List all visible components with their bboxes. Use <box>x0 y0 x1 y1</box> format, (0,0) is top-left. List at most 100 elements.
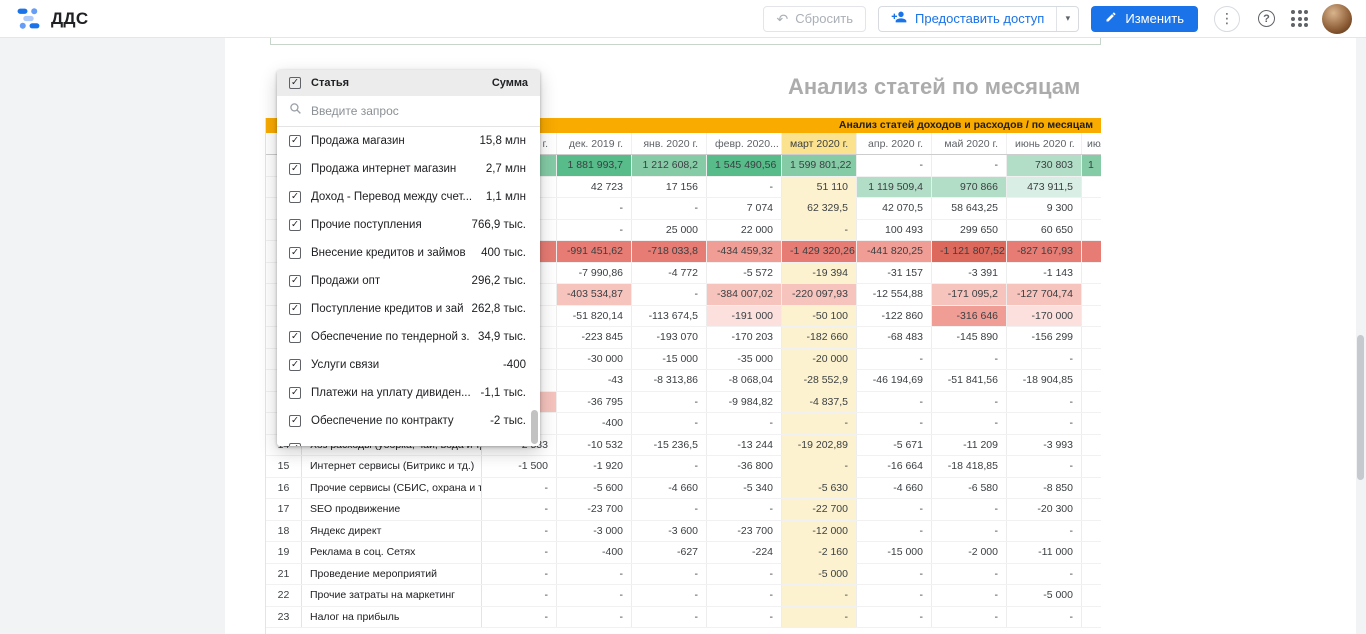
filter-item[interactable]: ✓Внесение кредитов и займов400 тыс. <box>277 239 540 267</box>
checkbox-checked-icon[interactable]: ✓ <box>289 443 301 446</box>
check-icon: ✓ <box>291 78 299 88</box>
value-cell: - <box>557 198 632 219</box>
filter-item[interactable]: ✓Продажи опт296,2 тыс. <box>277 267 540 295</box>
table-row: 17SEO продвижение--23 700---22 700---20 … <box>266 499 1101 521</box>
share-dropdown-caret[interactable]: ▾ <box>1056 7 1078 31</box>
checkbox-checked-icon[interactable]: ✓ <box>289 331 301 343</box>
value-cell: -384 007,02 <box>707 284 782 305</box>
checkbox-checked-icon[interactable]: ✓ <box>289 247 301 259</box>
value-cell <box>1082 198 1101 219</box>
top-control-fragment <box>270 38 1101 45</box>
value-cell <box>1082 435 1101 456</box>
filter-item[interactable]: ✓Продажа магазин15,8 млн <box>277 127 540 155</box>
filter-item[interactable]: ✓Обеспечение по тендерной з...34,9 тыс. <box>277 323 540 351</box>
pencil-icon <box>1105 11 1117 26</box>
filter-item[interactable]: ✓Прочие поступления766,9 тыс. <box>277 211 540 239</box>
value-cell: - <box>857 607 932 628</box>
value-cell: 42 070,5 <box>857 198 932 219</box>
page-scrollbar[interactable] <box>1357 335 1364 480</box>
value-cell: - <box>1007 392 1082 413</box>
filter-item[interactable]: ✓Обеспечение по контракту-2 тыс. <box>277 407 540 435</box>
value-cell: - <box>857 413 932 434</box>
value-cell: -400 <box>557 413 632 434</box>
value-cell: -23 700 <box>707 521 782 542</box>
filter-item[interactable]: ✓Поступление кредитов и зай...262,8 тыс. <box>277 295 540 323</box>
chevron-down-icon: ▾ <box>1066 13 1071 24</box>
value-cell: -170 000 <box>1007 306 1082 327</box>
value-cell: -827 167,93 <box>1007 241 1082 262</box>
column-header[interactable]: май 2020 г. <box>932 133 1007 154</box>
value-cell: - <box>1007 456 1082 477</box>
edit-button-label: Изменить <box>1125 11 1184 26</box>
filter-item-value: 2,7 млн <box>478 163 526 175</box>
value-cell: -191 000 <box>707 306 782 327</box>
value-cell: - <box>857 392 932 413</box>
value-cell: - <box>482 607 557 628</box>
more-options-button[interactable]: ⋮ <box>1214 6 1240 32</box>
value-cell: 60 650 <box>1007 220 1082 241</box>
checkbox-checked-icon[interactable]: ✓ <box>289 415 301 427</box>
filter-item[interactable]: ✓Доход - Перевод между счет...1,1 млн <box>277 183 540 211</box>
checkbox-checked-icon[interactable]: ✓ <box>289 163 301 175</box>
column-header[interactable]: дек. 2019 г. <box>557 133 632 154</box>
apps-grid-button[interactable] <box>1291 10 1308 27</box>
checkbox-checked-icon[interactable]: ✓ <box>289 191 301 203</box>
checkbox-checked-icon[interactable]: ✓ <box>289 359 301 371</box>
checkbox-checked-icon[interactable]: ✓ <box>289 387 301 399</box>
checkbox-checked-icon[interactable]: ✓ <box>289 275 301 287</box>
value-cell: -50 100 <box>782 306 857 327</box>
filter-item-label: Услуги связи <box>311 359 379 371</box>
value-cell: - <box>707 177 782 198</box>
checkbox-checked-icon[interactable]: ✓ <box>289 303 301 315</box>
filter-item-label: Обеспечение по контракту <box>311 415 454 427</box>
column-header[interactable]: июл. 2020 г. <box>1082 133 1101 154</box>
column-header[interactable]: март 2020 г. <box>782 133 857 154</box>
filter-item[interactable]: ✓ <box>277 435 540 446</box>
value-cell: - <box>707 499 782 520</box>
value-cell: -220 097,93 <box>782 284 857 305</box>
column-header[interactable]: апр. 2020 г. <box>857 133 932 154</box>
filter-item-label: Платежи на уплату дивиден... <box>311 387 471 399</box>
select-all-checkbox[interactable]: ✓ <box>289 77 301 89</box>
value-cell: -193 070 <box>632 327 707 348</box>
value-cell: - <box>482 478 557 499</box>
value-cell: -400 <box>557 542 632 563</box>
filter-search-input[interactable] <box>311 104 528 118</box>
data-studio-logo-icon <box>16 6 41 31</box>
filter-item[interactable]: ✓Услуги связи-400 <box>277 351 540 379</box>
filter-item-value: 296,2 тыс. <box>464 275 526 287</box>
value-cell: -1 121 807,52 <box>932 241 1007 262</box>
value-cell: -18 904,85 <box>1007 370 1082 391</box>
edit-button[interactable]: Изменить <box>1091 6 1198 32</box>
filter-item[interactable]: ✓Продажа интернет магазин2,7 млн <box>277 155 540 183</box>
row-article-name: Яндекс директ <box>302 521 482 542</box>
search-icon <box>289 102 302 120</box>
value-cell: 1 881 993,7 <box>557 155 632 176</box>
value-cell: - <box>857 585 932 606</box>
checkbox-checked-icon[interactable]: ✓ <box>289 135 301 147</box>
value-cell: -68 483 <box>857 327 932 348</box>
table-row: 22Прочие затраты на маркетинг--------5 0… <box>266 585 1101 607</box>
filter-item[interactable]: ✓Платежи на уплату дивиден...-1,1 тыс. <box>277 379 540 407</box>
column-header[interactable]: янв. 2020 г. <box>632 133 707 154</box>
value-cell: 100 493 <box>857 220 932 241</box>
checkbox-checked-icon[interactable]: ✓ <box>289 219 301 231</box>
value-cell: - <box>632 564 707 585</box>
filter-search-row <box>277 96 540 127</box>
value-cell: - <box>557 220 632 241</box>
value-cell: -12 000 <box>782 521 857 542</box>
value-cell: -8 850 <box>1007 478 1082 499</box>
user-avatar[interactable] <box>1322 4 1352 34</box>
row-article-name: Интернет сервисы (Битрикс и тд.) <box>302 456 482 477</box>
value-cell: -2 000 <box>932 542 1007 563</box>
value-cell: -28 552,9 <box>782 370 857 391</box>
reset-button[interactable]: ↶ Сбросить <box>763 6 866 32</box>
column-header[interactable]: февр. 2020... <box>707 133 782 154</box>
share-button-main[interactable]: Предоставить доступ <box>879 7 1056 31</box>
row-number: 23 <box>266 607 302 628</box>
help-button[interactable]: ? <box>1258 10 1275 27</box>
value-cell: - <box>932 564 1007 585</box>
filter-panel-scrollbar[interactable] <box>531 410 538 444</box>
column-header[interactable]: июнь 2020 г. <box>1007 133 1082 154</box>
share-button[interactable]: Предоставить доступ ▾ <box>878 6 1079 32</box>
